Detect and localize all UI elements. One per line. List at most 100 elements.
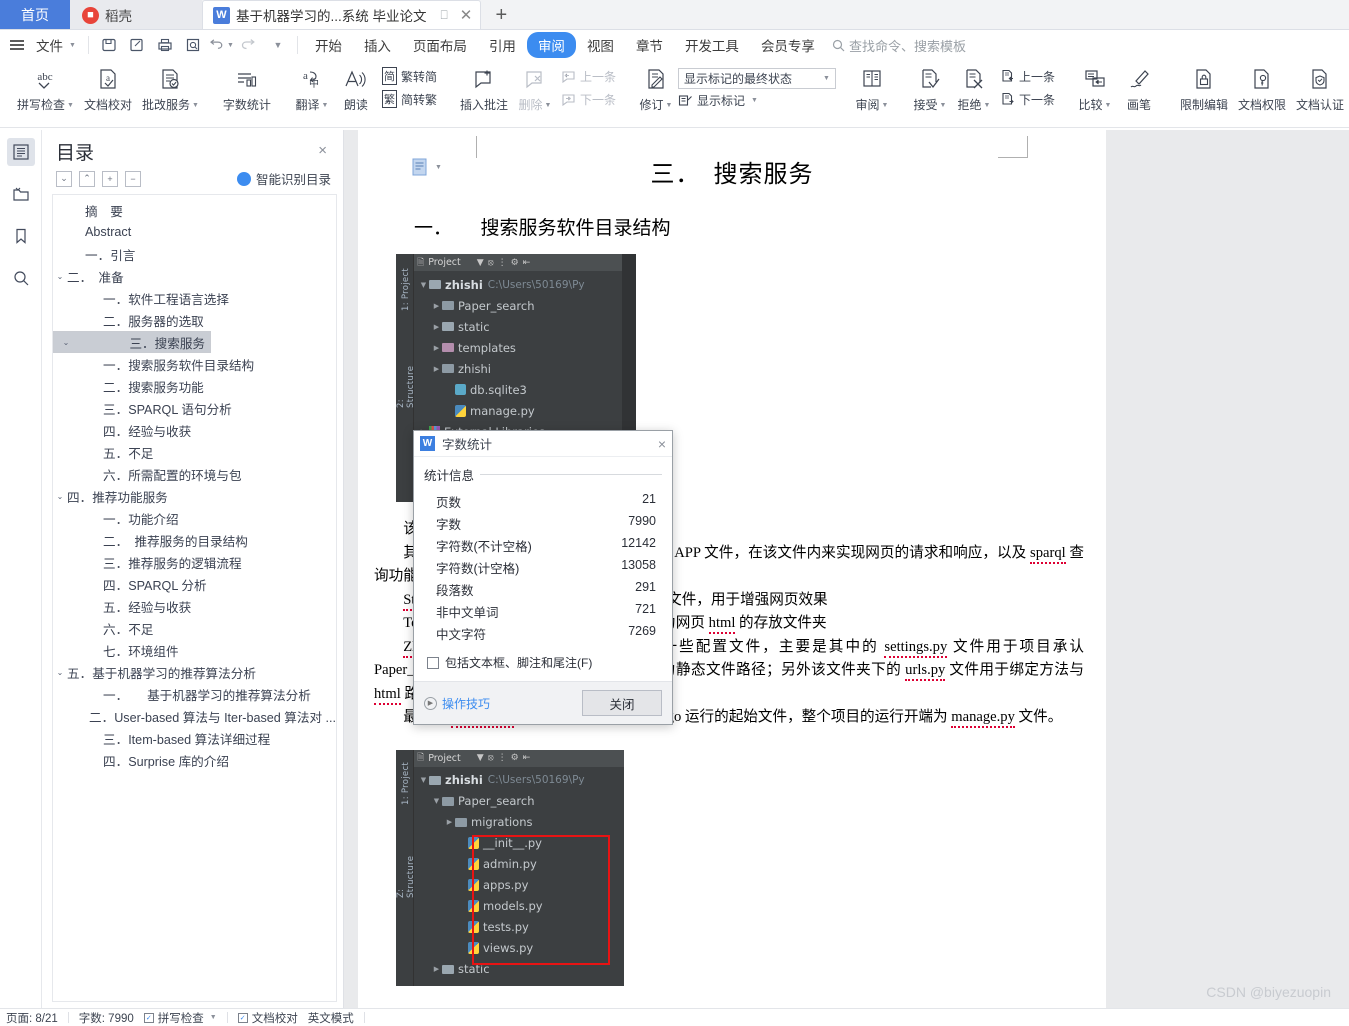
status-english-mode[interactable]: 英文模式 [308,1010,354,1026]
outline-item[interactable]: 一．功能介绍 [53,507,336,529]
redo-icon[interactable] [236,33,262,57]
delete-comment-button[interactable]: 删除▼ [513,63,557,113]
correction-service-button[interactable]: 批改服务▼ [137,63,204,113]
include-textbox-checkbox[interactable]: 包括文本框、脚注和尾注(F) [424,654,662,671]
accept-change-button[interactable]: 接受▼ [908,63,952,113]
outline-item[interactable]: 四．Surprise 库的介绍 [53,749,336,771]
revision-indicator[interactable]: ▼ [412,158,442,177]
word-count-dialog[interactable]: W 字数统计 × 统计信息 页数21字数7990字符数(不计空格)12142字符… [413,430,673,725]
tab-document[interactable]: W 基于机器学习的...系统 毕业论文 ⎕ ✕ [202,0,481,30]
hamburger-icon[interactable] [10,40,24,50]
outline-item[interactable]: 一．引言 [53,243,336,265]
outline-item[interactable]: 一． 基于机器学习的推荐算法分析 [53,683,336,705]
outline-item[interactable]: 六．不足 [53,617,336,639]
operation-tips-link[interactable]: ▶ 操作技巧 [424,695,490,712]
track-changes-button[interactable]: 修订▼ [634,63,678,113]
smart-outline-button[interactable]: 智能识别目录 [237,169,331,188]
outline-item[interactable]: ⌄四．推荐功能服务 [53,485,336,507]
next-comment-button[interactable]: 下一条 [557,89,620,109]
tab-docer[interactable]: ■ 稻壳 [70,0,202,30]
outline-item[interactable]: ⌄三．搜索服务 [53,331,211,353]
new-tab-button[interactable]: + [481,0,521,30]
outline-item[interactable]: 摘 要 [53,199,336,221]
outline-item[interactable]: 三．推荐服务的逻辑流程 [53,551,336,573]
ide-tree-row[interactable]: ▶static [416,316,636,337]
print-preview-icon[interactable] [180,33,206,57]
insert-comment-button[interactable]: 插入批注 [455,63,513,113]
markup-display-select[interactable]: 显示标记的最终状态 ▼ [678,68,836,89]
outline-item[interactable]: ⌄二． 准备 [53,265,336,287]
translate-button[interactable]: a中 翻译▼ [290,63,334,113]
tab-home[interactable]: 首页 [0,0,70,30]
document-certify-button[interactable]: 文档认证 [1291,63,1349,113]
ribbon-tab-chapter[interactable]: 章节 [625,32,674,58]
word-count-button[interactable]: 字数统计 [218,63,276,113]
print-icon[interactable] [152,33,178,57]
close-icon[interactable]: × [314,138,331,163]
ide-tree-row[interactable]: db.sqlite3 [416,379,636,400]
save-icon[interactable] [96,33,122,57]
expand-arrow-icon[interactable]: ▼ [431,797,442,805]
outline-item[interactable]: 二． 推荐服务的目录结构 [53,529,336,551]
status-words[interactable]: 字数: 7990 [79,1010,134,1026]
collapse-arrow-icon[interactable]: ▶ [431,965,442,973]
traditional-to-simplified-button[interactable]: 简 繁转简 [378,66,441,86]
customize-toolbar-icon[interactable]: ▼ [264,33,290,57]
reject-change-button[interactable]: 拒绝▼ [952,63,996,113]
outline-item[interactable]: 三．SPARQL 语句分析 [53,397,336,419]
document-proofread-button[interactable]: a 文档校对 [79,63,137,113]
ide-tree-row[interactable]: ▶templates [416,337,636,358]
close-icon[interactable]: × [658,436,666,452]
ide-tree-row[interactable]: ▼zhishiC:\Users\50169\Py [416,274,636,295]
outline-item[interactable]: 五．经验与收获 [53,595,336,617]
sidebar-icon-outline[interactable] [7,138,35,166]
tab-close-icon[interactable]: ✕ [460,6,473,24]
save-as-icon[interactable] [124,33,150,57]
outline-item[interactable]: 二．搜索服务功能 [53,375,336,397]
close-button[interactable]: 关闭 [582,690,662,716]
show-markup-button[interactable]: 显示标记 ▼ [678,89,836,109]
collapse-down-button[interactable]: ⌄ [56,171,72,187]
reviewing-pane-button[interactable]: 审阅▼ [850,63,894,113]
collapse-arrow-icon[interactable]: ▶ [444,818,455,826]
outline-item[interactable]: 一．搜索服务软件目录结构 [53,353,336,375]
ribbon-tab-references[interactable]: 引用 [478,32,527,58]
ribbon-tab-insert[interactable]: 插入 [353,32,402,58]
status-proofread[interactable]: ✓ 文档校对 [238,1010,298,1026]
collapse-up-button[interactable]: ⌃ [79,171,95,187]
status-spellcheck[interactable]: ✓ 拼写检查 ▼ [144,1010,217,1026]
restrict-edit-button[interactable]: 限制编辑 [1175,63,1233,113]
collapse-all-button[interactable]: − [125,171,141,187]
outline-item[interactable]: 七．环境组件 [53,639,336,661]
spell-check-button[interactable]: abc 拼写检查▼ [12,63,79,113]
outline-item[interactable]: 六．所需配置的环境与包 [53,463,336,485]
ide-tree-row[interactable]: ▼zhishiC:\Users\50169\Py [416,770,624,791]
tab-restore-icon[interactable]: ⎕ [441,8,448,23]
collapse-arrow-icon[interactable]: ▶ [431,365,442,373]
chevron-down-icon[interactable]: ⌄ [59,338,73,347]
ide-tree-row[interactable]: ▶zhishi [416,358,636,379]
collapse-arrow-icon[interactable]: ▶ [431,302,442,310]
sidebar-icon-bookmark[interactable] [7,222,35,250]
expand-all-button[interactable]: + [102,171,118,187]
ribbon-tab-member[interactable]: 会员专享 [750,32,826,58]
command-search[interactable]: 查找命令、搜索模板 [832,36,966,55]
brush-pen-button[interactable]: 画笔 [1117,63,1161,113]
simplified-to-traditional-button[interactable]: 繁 简转繁 [378,89,441,109]
outline-item[interactable]: ⌄五．基于机器学习的推荐算法分析 [53,661,336,683]
outline-list[interactable]: 摘 要Abstract一．引言⌄二． 准备一．软件工程语言选择二．服务器的选取⌄… [52,194,337,1002]
ribbon-tab-page-layout[interactable]: 页面布局 [402,32,478,58]
previous-comment-button[interactable]: 上一条 [557,66,620,86]
ribbon-tab-developer[interactable]: 开发工具 [674,32,750,58]
outline-item[interactable]: 三．Item-based 算法详细过程 [53,727,336,749]
outline-item[interactable]: 四．经验与收获 [53,419,336,441]
ide-tree-row[interactable]: ▶Paper_search [416,295,636,316]
status-page[interactable]: 页面: 8/21 [6,1010,58,1026]
expand-arrow-icon[interactable]: ▼ [418,776,429,784]
sidebar-icon-thumbnail[interactable] [7,180,35,208]
undo-icon[interactable]: ▼ [208,33,234,57]
expand-arrow-icon[interactable]: ▼ [418,281,429,289]
outline-item[interactable]: 二．User-based 算法与 Iter-based 算法对 ... [53,705,336,727]
collapse-arrow-icon[interactable]: ▶ [431,344,442,352]
outline-item[interactable]: Abstract [53,221,336,243]
